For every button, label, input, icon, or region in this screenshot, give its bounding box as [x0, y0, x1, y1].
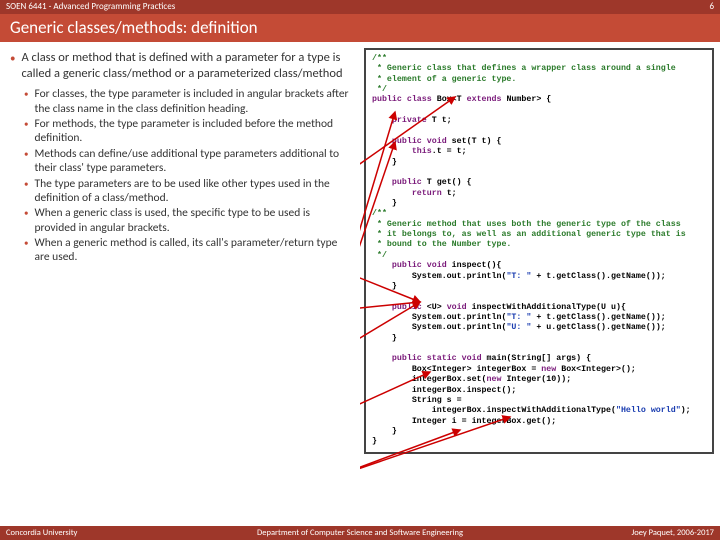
sub-bullet-text: Methods can define/use additional type p…	[34, 147, 354, 176]
main-bullet-text: A class or method that is defined with a…	[21, 50, 354, 81]
course-label: SOEN 6441 - Advanced Programming Practic…	[6, 0, 175, 14]
bullet-dot-icon: •	[24, 238, 28, 265]
sub-bullet-text: For methods, the type parameter is inclu…	[34, 117, 354, 146]
bullet-dot-icon: •	[24, 89, 28, 116]
sub-bullet-text: When a generic class is used, the specif…	[34, 206, 354, 235]
bullet-dot-icon: •	[24, 119, 28, 146]
slide-title: Generic classes/methods: definition	[0, 14, 720, 42]
bullet-dot-icon: •	[24, 149, 28, 176]
left-column: • A class or method that is defined with…	[0, 42, 360, 526]
footer-mid: Department of Computer Science and Softw…	[257, 526, 463, 540]
content-area: • A class or method that is defined with…	[0, 42, 720, 526]
main-bullet: • A class or method that is defined with…	[10, 50, 354, 81]
footer-bar: Concordia University Department of Compu…	[0, 526, 720, 540]
sub-bullet-text: When a generic method is called, its cal…	[34, 236, 354, 265]
sub-bullet-text: For classes, the type parameter is inclu…	[34, 87, 354, 116]
footer-left: Concordia University	[6, 526, 77, 540]
code-box: /** * Generic class that defines a wrapp…	[364, 48, 714, 454]
footer-right: Joey Paquet, 2006-2017	[632, 526, 715, 540]
page-number: 6	[709, 0, 714, 14]
right-column: /** * Generic class that defines a wrapp…	[360, 42, 720, 526]
top-bar: SOEN 6441 - Advanced Programming Practic…	[0, 0, 720, 14]
bullet-dot-icon: •	[24, 208, 28, 235]
bullet-dot-icon: •	[24, 179, 28, 206]
bullet-dot-icon: •	[10, 52, 15, 81]
sub-bullet-text: The type parameters are to be used like …	[34, 177, 354, 206]
sub-bullets: •For classes, the type parameter is incl…	[10, 87, 354, 265]
